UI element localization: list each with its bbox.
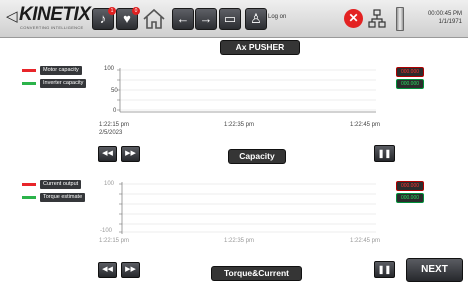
alarm-count-badge: 1: [108, 7, 116, 15]
home-icon[interactable]: [141, 6, 167, 32]
screen-toggle-button[interactable]: ▭: [219, 8, 241, 30]
x-tick-label: 1:22:15 pm: [99, 122, 130, 128]
pause-button[interactable]: ❚❚: [374, 261, 395, 278]
legend-label: Torque estimate: [40, 193, 86, 202]
heart-icon: ♥: [123, 11, 131, 26]
pause-icon: ❚❚: [377, 149, 392, 158]
y-tick-label: 50: [111, 88, 118, 94]
page-title: Ax PUSHER: [221, 41, 299, 54]
y-tick-label: -100: [100, 228, 113, 234]
fast-forward-icon: ▶▶: [125, 266, 136, 273]
arrow-left-icon: ←: [176, 11, 190, 26]
legend-swatch-red: [22, 183, 36, 186]
torque-current-chart-title: Torque&Current: [212, 267, 301, 280]
pause-icon: ❚❚: [377, 265, 392, 274]
y-tick-label: 100: [104, 181, 115, 187]
current-output-value: 000.000: [396, 181, 424, 191]
alarm-bell-button[interactable]: ♪ 1: [92, 7, 116, 30]
brand-logo[interactable]: ◁ KINETIX CONVERTING INTELLIGENCE: [6, 4, 91, 31]
alarm-stop-icon[interactable]: ✕: [344, 9, 363, 28]
inverter-capacity-value: 000.000: [396, 79, 424, 89]
top-toolbar: ◁ KINETIX CONVERTING INTELLIGENCE ♪ 1 ♥ …: [0, 0, 468, 38]
clock-date: 1/1/1971: [438, 19, 462, 25]
torque-current-chart[interactable]: [100, 178, 380, 238]
fast-forward-button[interactable]: ▶▶: [121, 146, 140, 162]
login-label[interactable]: Log on: [268, 14, 286, 20]
y-axis-ticks: [119, 183, 122, 233]
chart-grid: [120, 69, 376, 111]
rewind-button[interactable]: ◀◀: [98, 262, 117, 278]
usb-storage-icon[interactable]: [396, 7, 404, 31]
legend-label: Inverter capacity: [40, 79, 87, 88]
user-button[interactable]: ♙: [245, 8, 267, 30]
y-tick-label: 100: [104, 66, 115, 72]
next-button[interactable]: NEXT: [406, 258, 463, 282]
chart-grid: [122, 183, 376, 233]
bell-icon: ♪: [99, 11, 107, 26]
torque-estimate-value: 000.000: [396, 193, 424, 203]
fast-forward-button[interactable]: ▶▶: [121, 262, 140, 278]
x-tick-label: 1:22:15 pm: [99, 238, 130, 244]
warning-count-badge: 0: [132, 7, 140, 15]
rewind-icon: ◀◀: [102, 150, 113, 157]
legend-label: Current output: [40, 180, 82, 189]
warning-heart-button[interactable]: ♥ 0: [116, 7, 140, 30]
screen-icon: ▭: [223, 11, 237, 26]
brand-name: KINETIX: [19, 4, 91, 25]
legend-swatch-green: [22, 196, 36, 199]
x-tick-label: 1:22:45 pm: [350, 122, 381, 128]
rewind-button[interactable]: ◀◀: [98, 146, 117, 162]
pause-button[interactable]: ❚❚: [374, 145, 395, 162]
user-icon: ♙: [250, 11, 262, 26]
x-tick-label: 1:22:35 pm: [224, 238, 255, 244]
capacity-chart-title: Capacity: [229, 150, 285, 163]
clock: 00:00:45 PM 1/1/1971: [412, 10, 462, 26]
rewind-icon: ◀◀: [102, 266, 113, 273]
back-triangle-icon[interactable]: ◁: [6, 7, 18, 25]
legend-swatch-red: [22, 69, 36, 72]
x-tick-label: 1:22:35 pm: [224, 122, 255, 128]
clock-time: 00:00:45 PM: [427, 11, 462, 17]
x-tick-date: 2/5/2023: [99, 130, 123, 136]
prev-screen-button[interactable]: ←: [172, 8, 194, 30]
x-tick-label: 1:22:45 pm: [350, 238, 381, 244]
legend-swatch-green: [22, 82, 36, 85]
motor-capacity-value: 000.000: [396, 67, 424, 77]
fast-forward-icon: ▶▶: [125, 150, 136, 157]
brand-tagline: CONVERTING INTELLIGENCE: [20, 25, 84, 30]
legend-label: Motor capacity: [40, 66, 82, 75]
capacity-chart[interactable]: [100, 64, 380, 124]
y-tick-label: 0: [113, 108, 117, 114]
next-screen-button[interactable]: →: [195, 8, 217, 30]
arrow-right-icon: →: [199, 11, 213, 26]
network-icon[interactable]: [368, 9, 386, 28]
